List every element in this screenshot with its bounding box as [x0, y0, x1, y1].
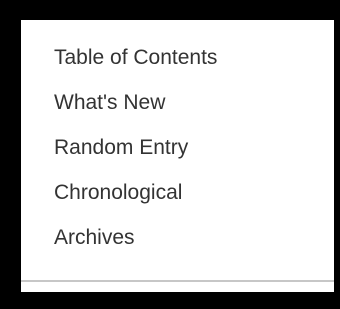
menu-list: Table of Contents What's New Random Entr… [54, 35, 217, 260]
menu-item-table-of-contents[interactable]: Table of Contents [54, 35, 217, 80]
screenshot-frame: Table of Contents What's New Random Entr… [0, 0, 340, 309]
divider [21, 280, 334, 282]
menu-item-archives[interactable]: Archives [54, 215, 217, 260]
underlying-page-edge [21, 280, 334, 292]
menu-item-whats-new[interactable]: What's New [54, 80, 217, 125]
menu-item-random-entry[interactable]: Random Entry [54, 125, 217, 170]
menu-item-chronological[interactable]: Chronological [54, 170, 217, 215]
dropdown-menu: Table of Contents What's New Random Entr… [21, 20, 334, 282]
